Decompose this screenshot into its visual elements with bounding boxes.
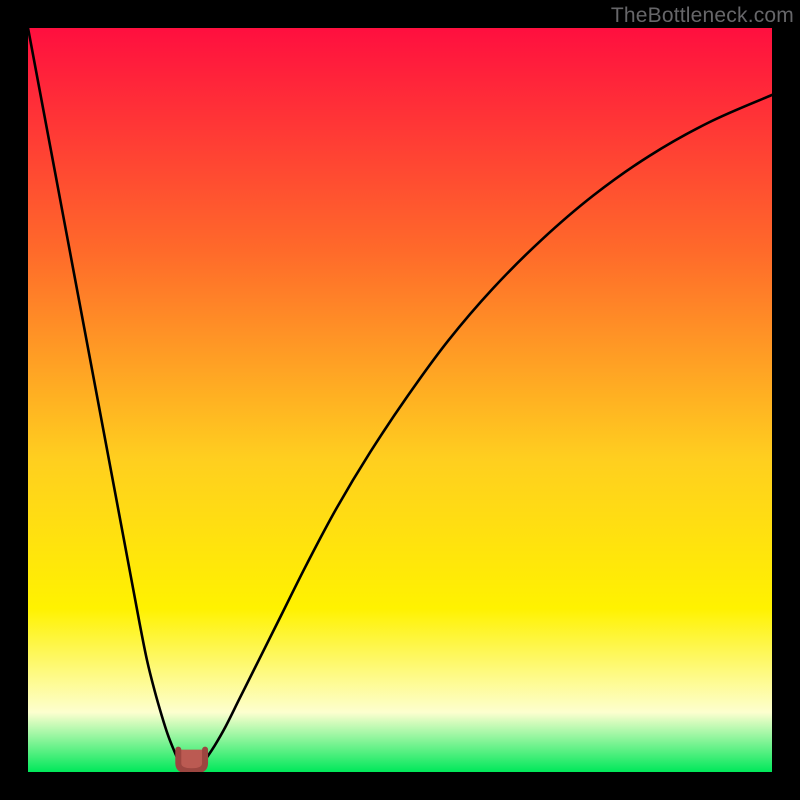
watermark-text: TheBottleneck.com xyxy=(611,4,794,28)
plot-area xyxy=(28,28,772,772)
outer-black-frame: TheBottleneck.com xyxy=(0,0,800,800)
vertex-marker xyxy=(178,750,205,772)
gradient-background xyxy=(28,28,772,772)
bottleneck-chart-svg xyxy=(28,28,772,772)
